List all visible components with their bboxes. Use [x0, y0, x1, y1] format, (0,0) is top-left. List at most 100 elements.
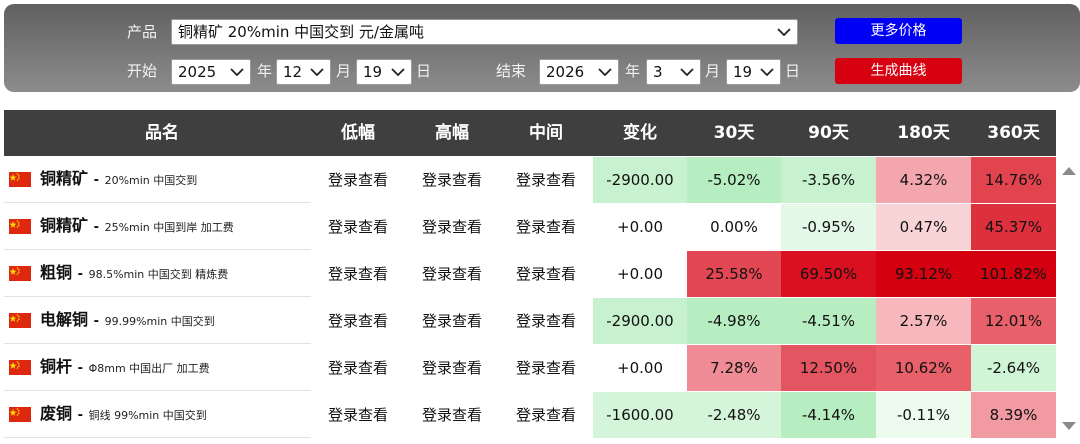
header-low: 低幅 — [341, 123, 375, 143]
product-name-cell[interactable]: 电解铜 - 99.99%min 中国交到 — [4, 298, 320, 344]
table-row: 铜精矿 - 25%min 中国到岸 加工费 登录查看 登录查看 登录查看 +0.00 0.… — [4, 204, 1056, 250]
header-360d: 360天 — [987, 123, 1040, 143]
product-separator: - — [77, 361, 83, 376]
product-spec: 25%min 中国到岸 加工费 — [104, 221, 234, 234]
cell-mid[interactable]: 登录查看 — [499, 157, 593, 203]
start-year-value: 2025 — [178, 63, 217, 81]
cell-90d: -3.56% — [781, 157, 876, 203]
cell-low[interactable]: 登录查看 — [311, 345, 405, 391]
product-separator: - — [77, 267, 83, 282]
cell-mid[interactable]: 登录查看 — [499, 345, 593, 391]
cell-mid[interactable]: 登录查看 — [499, 392, 593, 438]
cell-mid[interactable]: 登录查看 — [499, 251, 593, 297]
china-flag-icon — [9, 407, 31, 422]
product-name-cell[interactable]: 铜精矿 - 20%min 中国交到 — [4, 157, 320, 203]
table-row: 废铜 - 铜线 99%min 中国交到 登录查看 登录查看 登录查看 -1600.00-… — [4, 392, 1056, 438]
table-row: 电解铜 - 99.99%min 中国交到 登录查看 登录查看 登录查看 -2900.00… — [4, 298, 1056, 344]
product-separator: - — [93, 220, 99, 235]
china-flag-icon — [9, 219, 31, 234]
start-label: 开始 — [127, 62, 158, 80]
cell-high[interactable]: 登录查看 — [405, 345, 499, 391]
china-flag-icon — [9, 172, 31, 187]
cell-360d: 45.37% — [971, 204, 1056, 250]
end-year-select[interactable]: 2026 — [539, 59, 619, 85]
product-name-cell[interactable]: 废铜 - 铜线 99%min 中国交到 — [4, 392, 320, 438]
cell-high[interactable]: 登录查看 — [405, 251, 499, 297]
end-month-value: 3 — [653, 63, 663, 81]
cell-change: -2900.00 — [593, 298, 687, 344]
china-flag-icon — [9, 313, 31, 328]
end-year-value: 2026 — [546, 63, 585, 81]
scroll-up-arrow-icon[interactable] — [1060, 163, 1078, 177]
cell-360d: 101.82% — [971, 251, 1056, 297]
table-row: 粗铜 - 98.5%min 中国交到 精炼费 登录查看 登录查看 登录查看 +0.00 2… — [4, 251, 1056, 297]
chevron-down-icon — [598, 60, 612, 84]
start-month-unit: 月 — [336, 62, 352, 80]
start-year-unit: 年 — [257, 62, 273, 80]
product-name-cell[interactable]: 铜杆 - Φ8mm 中国出厂 加工费 — [4, 345, 320, 391]
generate-curve-button[interactable]: 生成曲线 — [835, 58, 962, 84]
product-name: 电解铜 - 99.99%min 中国交到 — [40, 298, 215, 344]
china-flag-icon — [9, 360, 31, 375]
cell-low[interactable]: 登录查看 — [311, 298, 405, 344]
end-month-select[interactable]: 3 — [646, 59, 701, 85]
table-row: 铜精矿 - 20%min 中国交到 登录查看 登录查看 登录查看 -2900.00 -5.… — [4, 157, 1056, 203]
cell-180d: 2.57% — [876, 298, 971, 344]
cell-low[interactable]: 登录查看 — [311, 204, 405, 250]
product-spec: Φ8mm 中国出厂 加工费 — [88, 362, 210, 375]
cell-change: -1600.00 — [593, 392, 687, 438]
product-separator: - — [93, 314, 99, 329]
cell-mid[interactable]: 登录查看 — [499, 298, 593, 344]
cell-low[interactable]: 登录查看 — [311, 157, 405, 203]
table-row: 铜杆 - Φ8mm 中国出厂 加工费 登录查看 登录查看 登录查看 +0.00 7.28%… — [4, 345, 1056, 391]
start-month-select[interactable]: 12 — [276, 59, 331, 85]
cell-mid[interactable]: 登录查看 — [499, 204, 593, 250]
start-year-select[interactable]: 2025 — [171, 59, 251, 85]
scroll-down-arrow-icon[interactable] — [1060, 418, 1078, 432]
product-select-value: 铜精矿 20%min 中国交到 元/金属吨 — [178, 23, 424, 41]
chevron-down-icon — [680, 60, 694, 84]
end-year-unit: 年 — [625, 62, 641, 80]
cell-90d: 12.50% — [781, 345, 876, 391]
product-label: 产品 — [127, 23, 158, 41]
product-separator: - — [93, 173, 99, 188]
header-high: 高幅 — [435, 123, 469, 143]
cell-change: +0.00 — [593, 204, 687, 250]
end-month-unit: 月 — [705, 62, 721, 80]
cell-30d: 25.58% — [687, 251, 781, 297]
header-product-name: 品名 — [145, 123, 179, 143]
product-name: 铜杆 - Φ8mm 中国出厂 加工费 — [40, 345, 210, 391]
cell-90d: 69.50% — [781, 251, 876, 297]
product-spec: 铜线 99%min 中国交到 — [88, 409, 207, 422]
cell-30d: -5.02% — [687, 157, 781, 203]
product-name-cell[interactable]: 铜精矿 - 25%min 中国到岸 加工费 — [4, 204, 320, 250]
product-title: 粗铜 — [40, 263, 73, 282]
cell-low[interactable]: 登录查看 — [311, 251, 405, 297]
end-day-unit: 日 — [785, 62, 801, 80]
cell-low[interactable]: 登录查看 — [311, 392, 405, 438]
start-day-select[interactable]: 19 — [356, 59, 412, 85]
product-name: 铜精矿 - 25%min 中国到岸 加工费 — [40, 204, 234, 250]
cell-high[interactable]: 登录查看 — [405, 392, 499, 438]
product-title: 铜精矿 — [40, 169, 89, 188]
product-title: 电解铜 — [40, 310, 89, 329]
header-90d: 90天 — [808, 123, 849, 143]
cell-180d: 10.62% — [876, 345, 971, 391]
end-label: 结束 — [496, 62, 527, 80]
product-spec: 98.5%min 中国交到 精炼费 — [88, 268, 229, 281]
cell-90d: -4.14% — [781, 392, 876, 438]
more-prices-button[interactable]: 更多价格 — [835, 18, 962, 44]
cell-180d: 93.12% — [876, 251, 971, 297]
cell-high[interactable]: 登录查看 — [405, 298, 499, 344]
end-day-select[interactable]: 19 — [726, 59, 781, 85]
cell-360d: 14.76% — [971, 157, 1056, 203]
product-spec: 99.99%min 中国交到 — [104, 315, 215, 328]
start-day-unit: 日 — [416, 62, 432, 80]
product-select[interactable]: 铜精矿 20%min 中国交到 元/金属吨 — [171, 19, 798, 45]
chevron-down-icon — [760, 60, 774, 84]
china-flag-icon — [9, 266, 31, 281]
cell-high[interactable]: 登录查看 — [405, 157, 499, 203]
cell-high[interactable]: 登录查看 — [405, 204, 499, 250]
start-day-value: 19 — [363, 63, 383, 81]
product-name-cell[interactable]: 粗铜 - 98.5%min 中国交到 精炼费 — [4, 251, 320, 297]
